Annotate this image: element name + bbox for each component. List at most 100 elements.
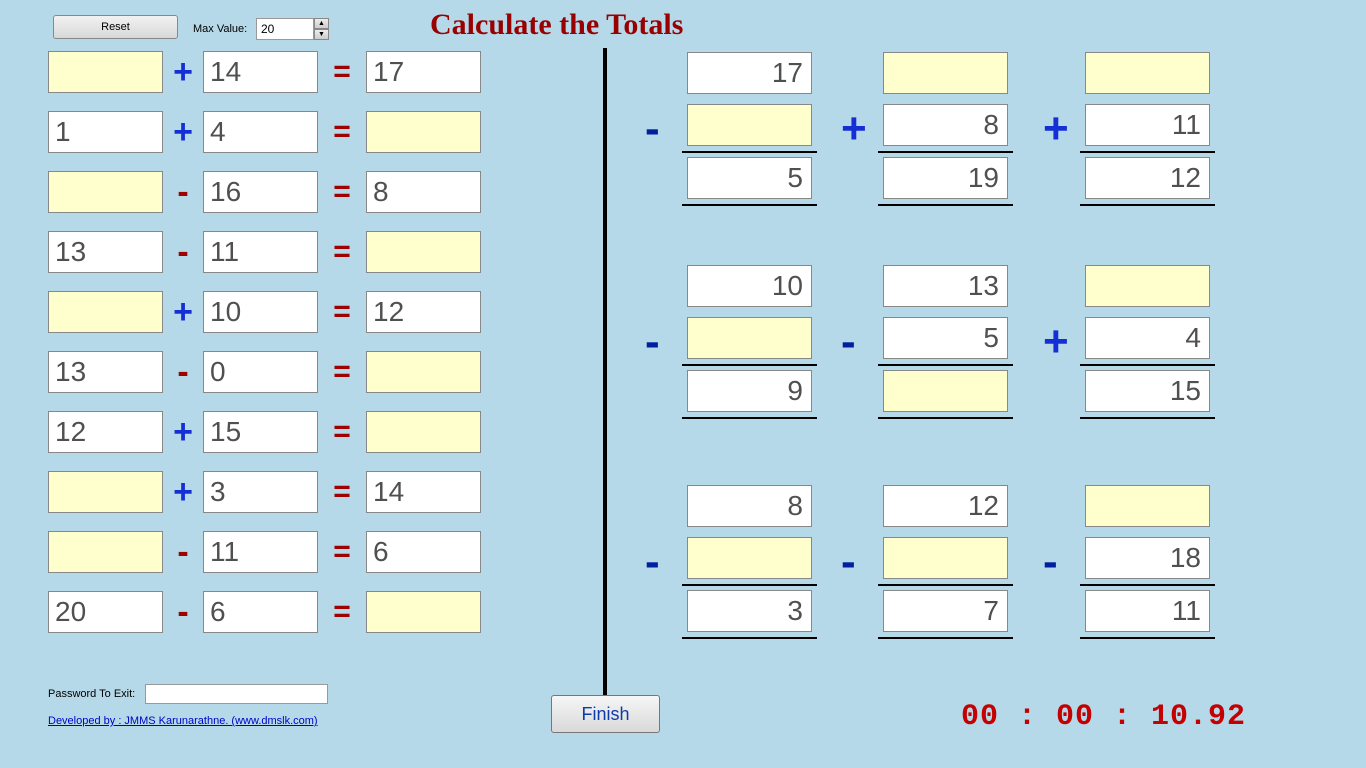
vertical-result: 19	[883, 157, 1008, 199]
equals-icon: =	[318, 235, 366, 269]
minus-icon: -	[1043, 540, 1058, 584]
operand-a: 13	[48, 351, 163, 393]
rule-line	[1080, 364, 1215, 366]
vertical-top[interactable]	[1085, 52, 1210, 94]
reset-button[interactable]: Reset	[53, 15, 178, 39]
spinner-up-icon[interactable]: ▲	[314, 18, 329, 29]
password-input[interactable]	[145, 684, 328, 704]
minus-icon: -	[163, 173, 203, 212]
equation-row: -11=6	[48, 531, 481, 573]
plus-icon: +	[163, 293, 203, 332]
vertical-middle[interactable]	[883, 537, 1008, 579]
equation-row: 13-11=	[48, 231, 481, 273]
vertical-top: 10	[687, 265, 812, 307]
vertical-result: 9	[687, 370, 812, 412]
plus-icon: +	[841, 107, 867, 151]
rule-line	[1080, 637, 1215, 639]
operand-b: 11	[203, 231, 318, 273]
operand-a: 20	[48, 591, 163, 633]
equation-row: 20-6=	[48, 591, 481, 633]
result: 8	[366, 171, 481, 213]
plus-icon: +	[1043, 107, 1069, 151]
result[interactable]	[366, 351, 481, 393]
rule-line	[878, 151, 1013, 153]
equation-row: 12+15=	[48, 411, 481, 453]
rule-line	[682, 151, 817, 153]
operand-b: 4	[203, 111, 318, 153]
finish-button[interactable]: Finish	[551, 695, 660, 733]
equation-row: 1+4=	[48, 111, 481, 153]
plus-icon: +	[163, 413, 203, 452]
operand-a: 12	[48, 411, 163, 453]
plus-icon: +	[163, 53, 203, 92]
operand-a[interactable]	[48, 51, 163, 93]
rule-line	[878, 364, 1013, 366]
spinner-down-icon[interactable]: ▼	[314, 29, 329, 40]
minus-icon: -	[645, 107, 660, 151]
vertical-top[interactable]	[883, 52, 1008, 94]
result[interactable]	[366, 231, 481, 273]
result: 17	[366, 51, 481, 93]
vertical-middle: 11	[1085, 104, 1210, 146]
vertical-result[interactable]	[883, 370, 1008, 412]
equals-icon: =	[318, 175, 366, 209]
vertical-top[interactable]	[1085, 485, 1210, 527]
developer-link[interactable]: Developed by : JMMS Karunarathne. (www.d…	[48, 715, 318, 727]
vertical-middle: 5	[883, 317, 1008, 359]
operand-a[interactable]	[48, 531, 163, 573]
minus-icon: -	[163, 533, 203, 572]
operand-b: 15	[203, 411, 318, 453]
vertical-result: 15	[1085, 370, 1210, 412]
result[interactable]	[366, 411, 481, 453]
rule-line	[878, 584, 1013, 586]
rule-line	[1080, 584, 1215, 586]
operand-a[interactable]	[48, 171, 163, 213]
minus-icon: -	[163, 353, 203, 392]
minus-icon: -	[645, 320, 660, 364]
rule-line	[1080, 417, 1215, 419]
vertical-middle[interactable]	[687, 537, 812, 579]
equation-row: +14=17	[48, 51, 481, 93]
rule-line	[878, 417, 1013, 419]
operand-a[interactable]	[48, 471, 163, 513]
equals-icon: =	[318, 355, 366, 389]
vertical-top: 8	[687, 485, 812, 527]
equation-row: +3=14	[48, 471, 481, 513]
rule-line	[878, 637, 1013, 639]
equals-icon: =	[318, 295, 366, 329]
max-value-input[interactable]	[256, 18, 314, 40]
minus-icon: -	[645, 540, 660, 584]
rule-line	[682, 637, 817, 639]
equals-icon: =	[318, 115, 366, 149]
result[interactable]	[366, 591, 481, 633]
vertical-result: 5	[687, 157, 812, 199]
operand-b: 0	[203, 351, 318, 393]
result: 14	[366, 471, 481, 513]
max-value-spinner[interactable]: ▲ ▼	[256, 18, 329, 40]
vertical-middle[interactable]	[687, 317, 812, 359]
equals-icon: =	[318, 595, 366, 629]
vertical-divider	[603, 48, 607, 696]
equation-row: +10=12	[48, 291, 481, 333]
plus-icon: +	[1043, 320, 1069, 364]
equation-row: -16=8	[48, 171, 481, 213]
plus-icon: +	[163, 473, 203, 512]
equation-row: 13-0=	[48, 351, 481, 393]
operand-b: 10	[203, 291, 318, 333]
rule-line	[878, 204, 1013, 206]
minus-icon: -	[841, 540, 856, 584]
operand-a[interactable]	[48, 291, 163, 333]
vertical-middle: 18	[1085, 537, 1210, 579]
operand-b: 3	[203, 471, 318, 513]
rule-line	[1080, 151, 1215, 153]
max-value-label: Max Value:	[193, 23, 247, 35]
minus-icon: -	[163, 233, 203, 272]
vertical-top: 17	[687, 52, 812, 94]
operand-b: 6	[203, 591, 318, 633]
equals-icon: =	[318, 475, 366, 509]
result[interactable]	[366, 111, 481, 153]
timer-display: 00 : 00 : 10.92	[961, 700, 1246, 734]
vertical-middle[interactable]	[687, 104, 812, 146]
vertical-result: 3	[687, 590, 812, 632]
vertical-top[interactable]	[1085, 265, 1210, 307]
